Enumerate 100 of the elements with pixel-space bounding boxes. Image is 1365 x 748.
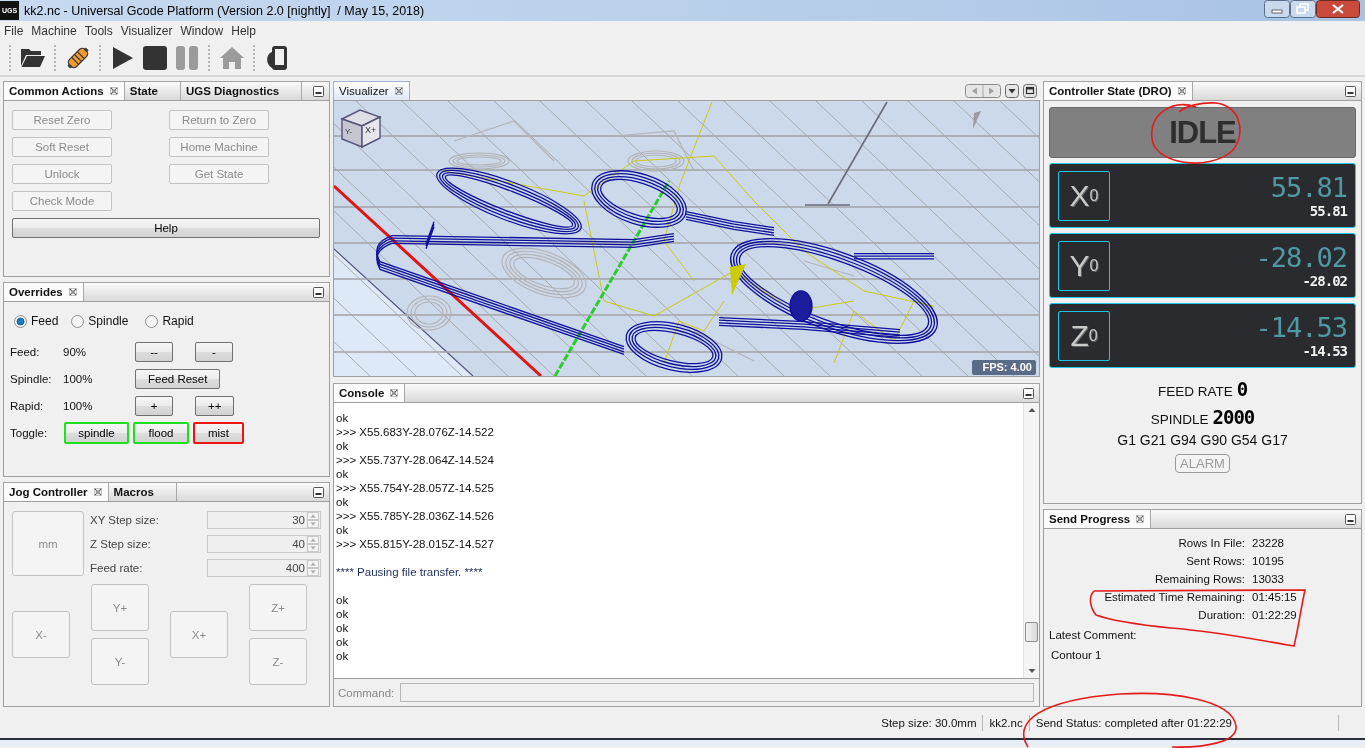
view-cube[interactable]: Y- X+ bbox=[340, 109, 382, 149]
menu-item[interactable]: Tools bbox=[84, 24, 113, 38]
window-title: kk2.nc - Universal Gcode Platform (Version 2.0 [nightly] / May 15, 2018) bbox=[24, 3, 425, 18]
console-line: ok bbox=[336, 635, 350, 649]
radio-icon[interactable] bbox=[145, 314, 159, 328]
console-line: >>> X55.683Y-28.076Z-14.522 bbox=[336, 425, 495, 439]
override-button[interactable]: + bbox=[135, 395, 173, 416]
override-label: Spindle: bbox=[10, 372, 53, 385]
minimize-icon[interactable] bbox=[313, 85, 324, 97]
console-line: **** Pausing file transfer. **** bbox=[336, 565, 484, 579]
toggle-button[interactable]: spindle bbox=[64, 421, 129, 444]
console-line: ok bbox=[336, 439, 350, 453]
close-icon[interactable] bbox=[93, 488, 102, 496]
panel-tab[interactable]: Jog Controller bbox=[4, 483, 109, 501]
progress-label: Rows In File: bbox=[1177, 536, 1245, 551]
feed-rate-label: FEED RATE bbox=[1157, 384, 1233, 399]
machine-position: 55.81 bbox=[1309, 202, 1347, 219]
radio-option[interactable]: Spindle bbox=[71, 314, 129, 328]
console-line: ok bbox=[336, 649, 350, 663]
menu-item[interactable]: Window bbox=[180, 24, 224, 38]
close-icon[interactable] bbox=[1177, 87, 1186, 95]
status-text: Step size: 30.0mm bbox=[880, 716, 978, 729]
command-label: Command: bbox=[338, 686, 395, 699]
override-button[interactable]: Feed Reset bbox=[135, 368, 221, 389]
field-label: Feed rate: bbox=[90, 562, 144, 574]
console-line: >>> X55.754Y-28.057Z-14.525 bbox=[336, 481, 495, 495]
close-icon[interactable] bbox=[390, 389, 399, 397]
override-value: 90% bbox=[63, 345, 88, 358]
panel-tab[interactable]: Visualizer bbox=[333, 81, 410, 100]
gcode-states: G1 G21 G94 G90 G54 G17 bbox=[1116, 432, 1289, 448]
status-text: Send Status: completed after 01:22:29 bbox=[1034, 716, 1233, 729]
progress-value: 01:45:15 bbox=[1252, 590, 1298, 605]
console-line: ok bbox=[336, 467, 350, 481]
fps-label: FPS: 4.00 bbox=[972, 360, 1036, 375]
override-button[interactable]: -- bbox=[135, 341, 173, 362]
help-button[interactable]: Help bbox=[12, 218, 320, 238]
close-icon[interactable] bbox=[1136, 515, 1145, 523]
work-position: 55.81 bbox=[1270, 172, 1347, 203]
panel-tab[interactable]: Overrides bbox=[4, 283, 84, 301]
comment-label: Latest Comment: bbox=[1049, 628, 1138, 643]
work-position: -14.53 bbox=[1255, 312, 1347, 343]
override-button[interactable]: - bbox=[195, 341, 233, 362]
handheld-device-icon[interactable] bbox=[264, 46, 290, 70]
toolpath-3d-view[interactable]: Y- X+ FPS: 4.00 bbox=[334, 101, 1039, 376]
toggle-label: Toggle: bbox=[10, 426, 49, 439]
menu-item[interactable]: Machine bbox=[31, 24, 77, 38]
progress-label: Estimated Time Remaining: bbox=[1103, 590, 1245, 605]
scrollbar-thumb[interactable] bbox=[1025, 622, 1038, 642]
cone-marker-icon bbox=[973, 111, 981, 129]
machine-position: -14.53 bbox=[1302, 342, 1347, 359]
minimize-icon[interactable] bbox=[313, 286, 324, 298]
console-line: >>> X55.737Y-28.064Z-14.524 bbox=[336, 453, 495, 467]
tool-cone bbox=[730, 264, 746, 295]
progress-label: Duration: bbox=[1197, 608, 1245, 623]
console-line: ok bbox=[336, 411, 350, 425]
toggle-button[interactable]: mist bbox=[193, 421, 244, 444]
override-label: Rapid: bbox=[10, 399, 45, 412]
field-label: XY Step size: bbox=[90, 514, 160, 526]
console-line: ok bbox=[336, 607, 350, 621]
menu-item[interactable]: Help bbox=[231, 24, 256, 38]
console-line: >>> X55.785Y-28.036Z-14.526 bbox=[336, 509, 495, 523]
console-line: ok bbox=[336, 593, 350, 607]
progress-label: Sent Rows: bbox=[1185, 554, 1245, 569]
panel-tab[interactable]: Common Actions bbox=[4, 82, 125, 100]
minimize-icon[interactable] bbox=[1345, 513, 1356, 525]
minimize-icon[interactable] bbox=[1023, 387, 1034, 399]
close-window-icon[interactable] bbox=[1316, 0, 1360, 18]
dropdown-icon[interactable] bbox=[1005, 83, 1019, 98]
override-value: 100% bbox=[63, 399, 94, 412]
progress-label: Remaining Rows: bbox=[1153, 572, 1245, 587]
panel-tab[interactable]: Send Progress bbox=[1044, 510, 1152, 528]
stop-icon[interactable] bbox=[142, 46, 168, 70]
progress-value: 01:22:29 bbox=[1252, 608, 1298, 623]
panel-tab[interactable]: Controller State (DRO) bbox=[1044, 82, 1193, 100]
folder-icon[interactable] bbox=[20, 46, 46, 70]
menu-item[interactable]: File bbox=[4, 24, 24, 38]
radio-option[interactable]: Rapid bbox=[145, 314, 194, 328]
console-line: ok bbox=[336, 523, 350, 537]
radio-icon[interactable] bbox=[71, 314, 85, 328]
close-icon[interactable] bbox=[394, 87, 403, 95]
override-value: 100% bbox=[63, 372, 94, 385]
console-line: >>> X55.815Y-28.015Z-14.527 bbox=[336, 537, 495, 551]
menu-item[interactable]: Visualizer bbox=[120, 24, 173, 38]
console-line: ok bbox=[336, 495, 350, 509]
panel-tab[interactable]: Console bbox=[334, 384, 406, 402]
close-icon[interactable] bbox=[109, 87, 118, 95]
status-text: kk2.nc bbox=[988, 716, 1024, 729]
toggle-button[interactable]: flood bbox=[133, 421, 189, 444]
minimize-icon[interactable] bbox=[313, 486, 324, 498]
machine-state: IDLE bbox=[1049, 107, 1356, 158]
scrollbar[interactable] bbox=[1023, 403, 1039, 678]
radio-option[interactable]: Feed bbox=[14, 314, 59, 328]
close-icon[interactable] bbox=[68, 288, 77, 296]
field-label: Z Step size: bbox=[90, 538, 152, 550]
minimize-icon[interactable] bbox=[1345, 85, 1356, 97]
maximize-icon[interactable] bbox=[1023, 83, 1037, 98]
restore-icon[interactable] bbox=[1290, 0, 1316, 18]
radio-icon[interactable] bbox=[14, 314, 27, 328]
override-button[interactable]: ++ bbox=[195, 395, 235, 416]
feed-rate-value: 0 bbox=[1236, 378, 1248, 400]
